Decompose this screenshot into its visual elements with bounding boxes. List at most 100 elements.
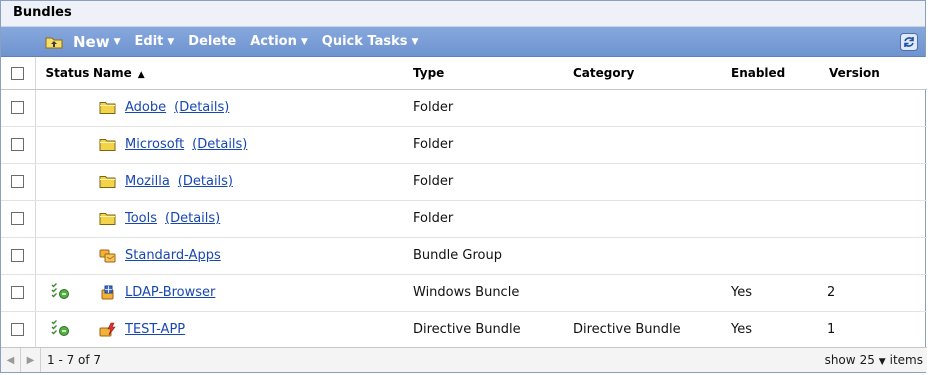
status-cell (35, 163, 93, 201)
version-cell (827, 163, 927, 201)
folder-icon (99, 213, 116, 225)
column-header-category[interactable]: Category (573, 57, 731, 90)
select-all-cell (1, 57, 36, 90)
row-select-cell (1, 200, 36, 238)
category-cell (573, 274, 731, 312)
chevron-right-icon: ▶ (26, 354, 35, 366)
row-checkbox[interactable] (11, 286, 25, 299)
version-cell (827, 237, 927, 275)
details-link[interactable]: (Details) (178, 174, 233, 189)
version-cell (827, 200, 927, 238)
bundle-name-link[interactable]: Adobe (125, 100, 166, 115)
row-checkbox[interactable] (11, 249, 25, 262)
folder-up-icon[interactable] (45, 35, 63, 49)
column-header-type[interactable]: Type (413, 57, 573, 90)
type-cell: Folder (413, 126, 573, 164)
folder-icon (99, 176, 116, 188)
enabled-cell (731, 200, 827, 238)
page-size-select[interactable]: 25 ▼ (860, 353, 886, 367)
action-menu-button[interactable]: Action ▼ (250, 34, 308, 49)
chevron-down-icon: ▼ (167, 36, 175, 47)
quick-tasks-menu-button[interactable]: Quick Tasks ▼ (322, 34, 419, 49)
details-link[interactable]: (Details) (165, 211, 220, 226)
name-cell: Tools (Details) (93, 200, 413, 238)
folder-icon (99, 102, 116, 114)
enabled-cell (731, 163, 827, 201)
chevron-down-icon: ▼ (411, 36, 419, 47)
column-header-enabled[interactable]: Enabled (731, 57, 827, 90)
select-all-checkbox[interactable] (11, 66, 25, 80)
delete-button[interactable]: Delete (188, 34, 236, 49)
status-cell (35, 311, 93, 349)
pagination-bar: ◀ ▶ 1 - 7 of 7 show 25 ▼ items (1, 347, 927, 372)
edit-menu-button[interactable]: Edit ▼ (135, 34, 175, 49)
type-cell: Windows Buncle (413, 274, 573, 312)
status-cell (35, 89, 93, 127)
chevron-left-icon: ◀ (6, 354, 15, 366)
row-select-cell (1, 237, 36, 275)
type-cell: Folder (413, 163, 573, 201)
chevron-down-icon: ▼ (878, 357, 886, 367)
row-checkbox[interactable] (11, 138, 25, 151)
refresh-icon[interactable] (900, 33, 918, 51)
name-cell: TEST-APP (93, 311, 413, 349)
table-row: TEST-APP Directive Bundle Directive Bund… (1, 311, 927, 349)
enabled-cell (731, 89, 827, 127)
name-cell: Mozilla (Details) (93, 163, 413, 201)
table-row: Standard-Apps Bundle Group (1, 237, 927, 275)
category-cell: Directive Bundle (573, 311, 731, 349)
name-cell: LDAP-Browser (93, 274, 413, 312)
column-header-version[interactable]: Version (827, 57, 927, 90)
column-header-name-label: Name (93, 65, 132, 80)
previous-page-button[interactable]: ◀ (1, 348, 21, 372)
version-cell: 2 (827, 274, 927, 312)
table-row: Mozilla (Details) Folder (1, 163, 927, 201)
status-ok-icon[interactable] (50, 282, 70, 300)
bundle-name-link[interactable]: Microsoft (125, 137, 184, 152)
type-cell: Folder (413, 89, 573, 127)
new-label: New (73, 32, 110, 51)
category-cell (573, 200, 731, 238)
details-link[interactable]: (Details) (192, 137, 247, 152)
version-cell: 1 (827, 311, 927, 349)
row-select-cell (1, 163, 36, 201)
row-checkbox[interactable] (11, 175, 25, 188)
table-row: Tools (Details) Folder (1, 200, 927, 238)
table-row: Microsoft (Details) Folder (1, 126, 927, 164)
next-page-button[interactable]: ▶ (21, 348, 41, 372)
new-menu-button[interactable]: New ▼ (73, 33, 121, 51)
name-cell: Standard-Apps (93, 237, 413, 275)
windows-bundle-icon (101, 285, 114, 300)
action-label: Action (250, 34, 297, 49)
status-ok-icon[interactable] (50, 319, 70, 337)
bundle-name-link[interactable]: Standard-Apps (125, 248, 221, 263)
row-select-cell (1, 89, 36, 127)
status-cell (35, 274, 93, 312)
version-cell (827, 126, 927, 164)
bundle-name-link[interactable]: LDAP-Browser (125, 285, 215, 300)
column-header-name[interactable]: Name ▲ (93, 57, 413, 90)
bundles-table: Status Name ▲ Type Category Enabled Versi… (1, 57, 927, 349)
row-checkbox[interactable] (11, 323, 25, 336)
bundle-name-link[interactable]: Tools (125, 211, 157, 226)
quick-tasks-label: Quick Tasks (321, 34, 408, 49)
show-label: show (824, 353, 856, 367)
page-size-control: show 25 ▼ items (825, 353, 923, 367)
bundle-name-link[interactable]: Mozilla (125, 174, 170, 189)
row-checkbox[interactable] (11, 101, 25, 114)
directive-bundle-icon (99, 322, 116, 337)
enabled-cell (731, 126, 827, 164)
delete-label: Delete (188, 34, 237, 49)
category-cell (573, 126, 731, 164)
bundle-name-link[interactable]: TEST-APP (125, 322, 185, 337)
status-cell (35, 237, 93, 275)
edit-label: Edit (134, 34, 164, 49)
table-header-row: Status Name ▲ Type Category Enabled Versi… (1, 57, 927, 90)
column-header-status[interactable]: Status (35, 57, 93, 90)
row-checkbox[interactable] (11, 212, 25, 225)
chevron-down-icon: ▼ (300, 36, 308, 47)
type-cell: Folder (413, 200, 573, 238)
status-cell (35, 200, 93, 238)
details-link[interactable]: (Details) (174, 100, 229, 115)
toolbar: New ▼ Edit ▼ Delete Action ▼ Quick Tasks… (1, 27, 925, 57)
